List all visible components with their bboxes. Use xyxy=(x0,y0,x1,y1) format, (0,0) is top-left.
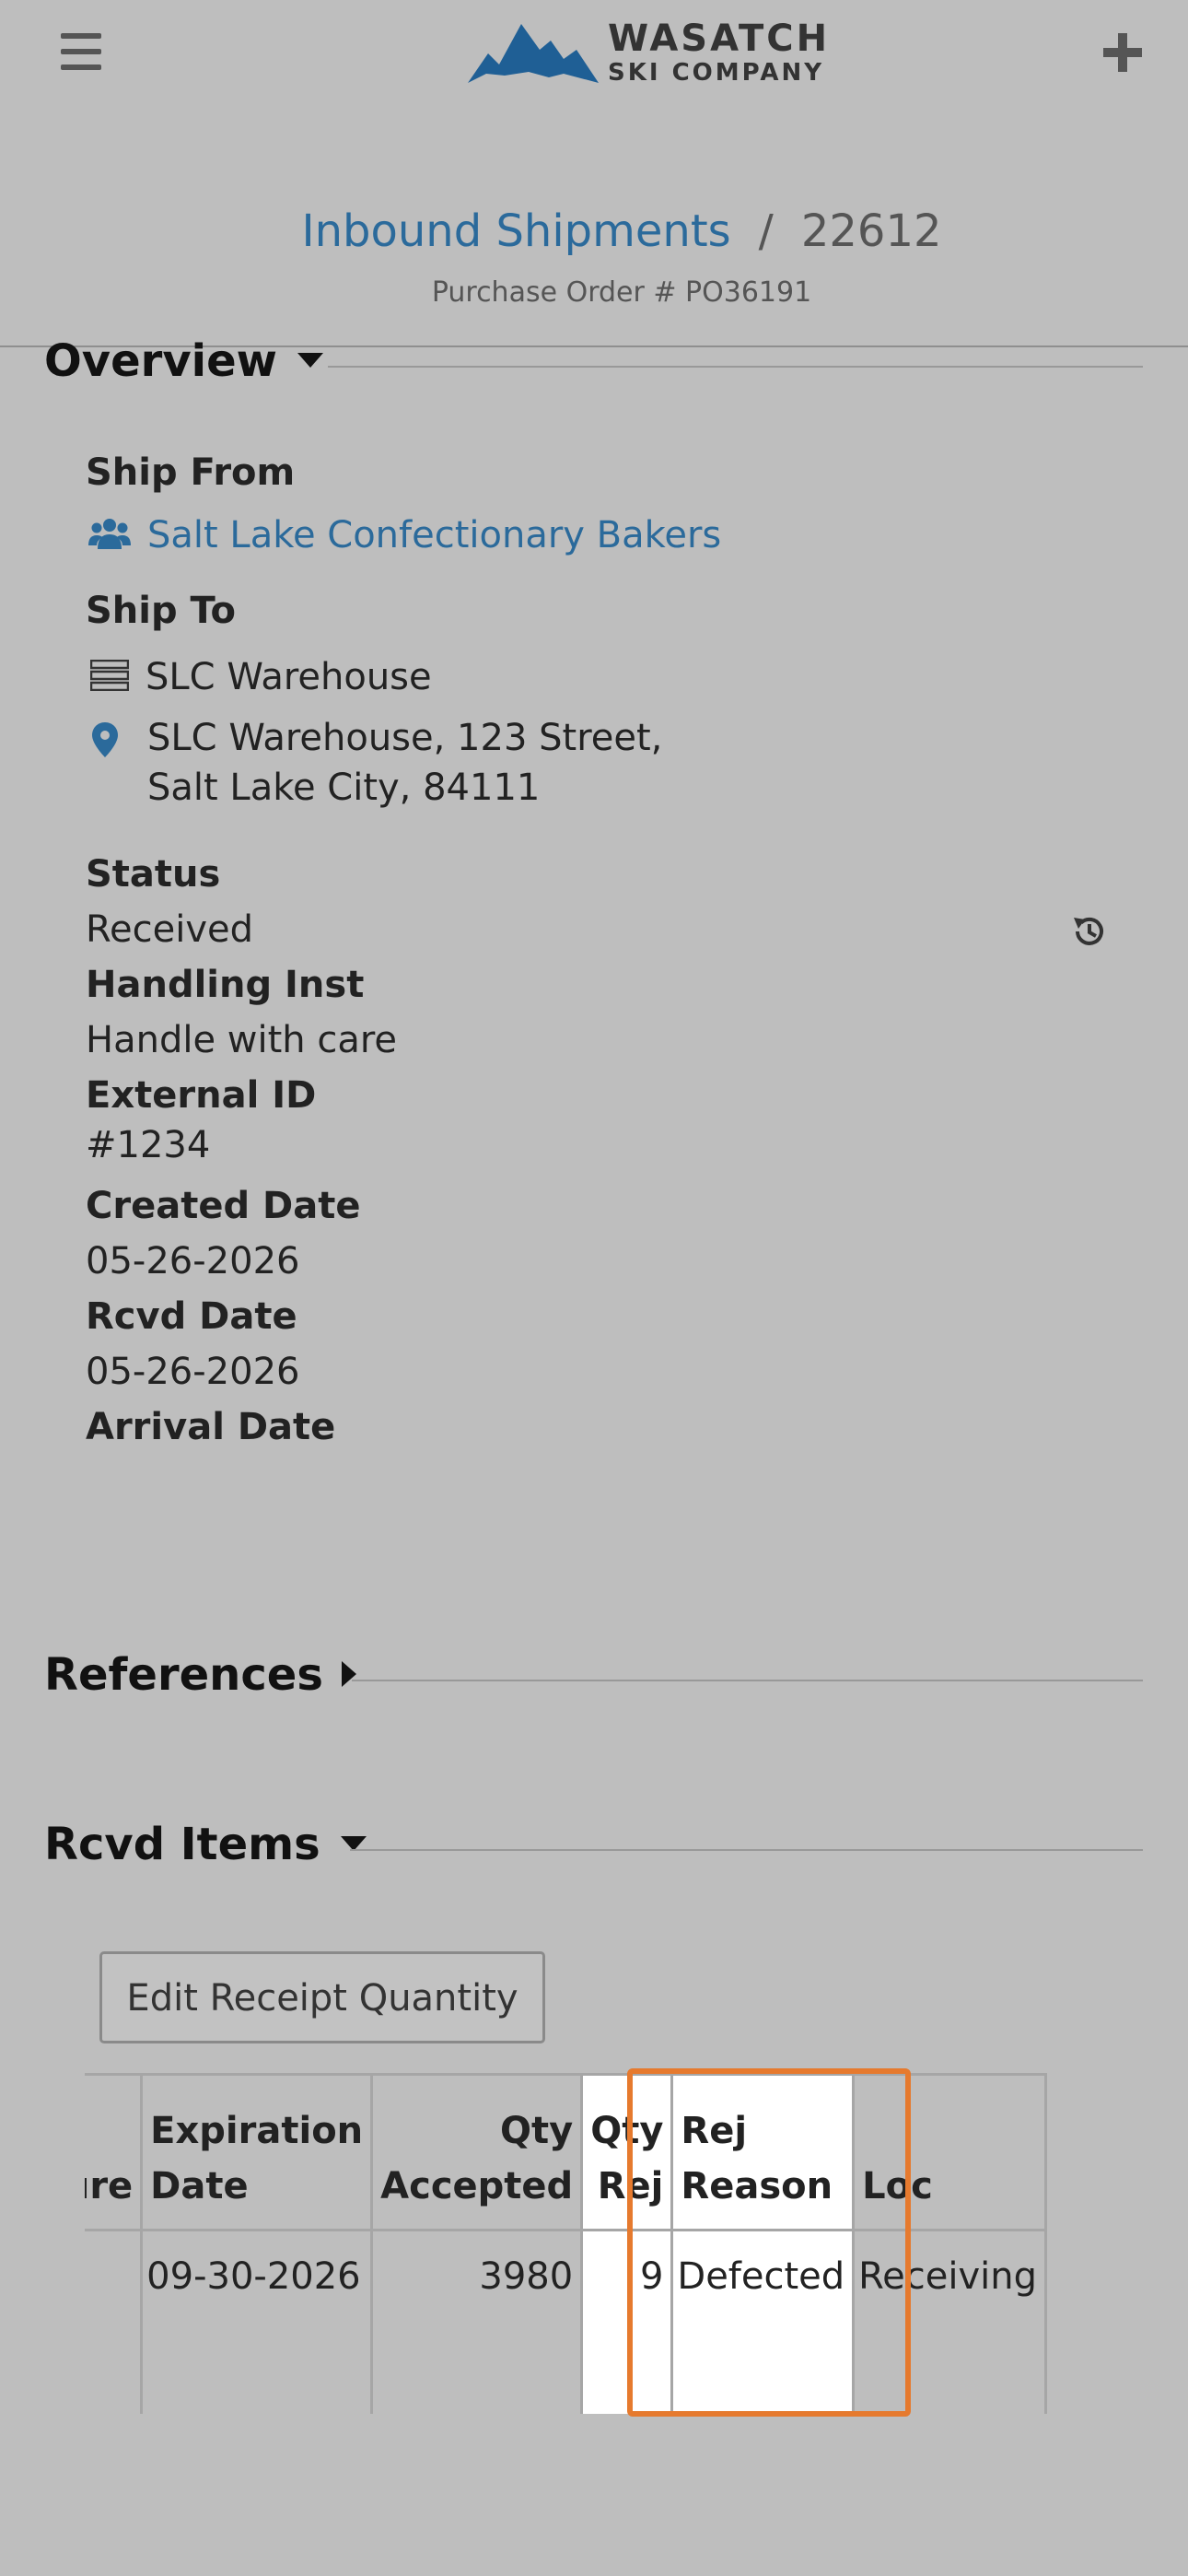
column-header-loc[interactable]: Loc xyxy=(852,2073,1048,2231)
status-label: Status xyxy=(86,853,221,896)
ship-from-label: Ship From xyxy=(86,451,296,494)
ship-to-address-line2: Salt Lake City, 84111 xyxy=(147,767,541,809)
column-header-rej-reason[interactable]: Rej Reason xyxy=(670,2073,856,2231)
rcvd-items-table: rature ExpirationDate QtyAccepted QtyRej… xyxy=(85,2073,1048,2414)
cell-rej-reason: Defected xyxy=(670,2229,856,2414)
breadcrumb: Inbound Shipments / 22612 xyxy=(0,201,1188,262)
table-row[interactable]: 09-30-2026 3980 9 Defected Receiving xyxy=(85,2229,1048,2414)
rcvd-items-divider xyxy=(350,1849,1143,1851)
status-value: Received xyxy=(86,908,253,951)
cell-qty-accepted: 3980 xyxy=(370,2229,584,2414)
ship-to-warehouse: SLC Warehouse xyxy=(146,656,432,698)
table-header-row: rature ExpirationDate QtyAccepted QtyRej… xyxy=(85,2073,1048,2231)
cell-expiration-date: 09-30-2026 xyxy=(140,2229,374,2414)
references-title: References xyxy=(44,1649,323,1701)
purchase-order-number: Purchase Order # PO36191 xyxy=(431,276,812,309)
logo-line-1: WASATCH xyxy=(608,18,831,60)
status-history-icon[interactable] xyxy=(1070,912,1109,954)
caret-down-icon xyxy=(297,353,323,368)
caret-right-icon xyxy=(341,1661,356,1687)
company-logo: WASATCH SKI COMPANY xyxy=(468,18,827,87)
overview-title: Overview xyxy=(44,335,277,387)
overview-divider xyxy=(328,366,1143,368)
external-id-value: #1234 xyxy=(86,1124,211,1166)
handling-inst-value: Handle with care xyxy=(86,1019,398,1061)
breadcrumb-inbound-shipments-link[interactable]: Inbound Shipments xyxy=(301,205,730,257)
column-header-expiration-date[interactable]: Expiration Date xyxy=(140,2073,374,2231)
users-icon xyxy=(88,518,131,555)
rcvd-items-section-toggle[interactable]: Rcvd Items xyxy=(44,1819,367,1870)
references-section-toggle[interactable]: References xyxy=(44,1649,356,1701)
column-header-qty-rej[interactable]: Qty Rej xyxy=(580,2073,674,2231)
logo-text: WASATCH SKI COMPANY xyxy=(608,20,830,85)
logo-line-2: SKI COMPANY xyxy=(608,59,825,87)
rcvd-date-label: Rcvd Date xyxy=(86,1295,297,1338)
edit-receipt-quantity-button[interactable]: Edit Receipt Quantity xyxy=(99,1951,545,2043)
created-date-value: 05-26-2026 xyxy=(86,1240,300,1282)
ship-to-address-line1: SLC Warehouse, 123 Street, xyxy=(147,717,663,759)
cell-temperature xyxy=(85,2229,144,2414)
breadcrumb-separator: / xyxy=(758,205,774,257)
rcvd-items-table-scroll[interactable]: rature ExpirationDate QtyAccepted QtyRej… xyxy=(85,2073,1102,2414)
external-id-label: External ID xyxy=(86,1074,317,1117)
cell-loc: Receiving xyxy=(852,2229,1048,2414)
column-header-temperature[interactable]: rature xyxy=(85,2073,144,2231)
add-plus-icon[interactable] xyxy=(1103,33,1142,72)
handling-inst-label: Handling Inst xyxy=(86,964,365,1006)
created-date-label: Created Date xyxy=(86,1185,361,1227)
breadcrumb-current: 22612 xyxy=(800,205,942,257)
rcvd-items-title: Rcvd Items xyxy=(44,1819,320,1870)
overview-section-toggle[interactable]: Overview xyxy=(44,335,323,387)
column-header-qty-accepted[interactable]: Qty Accepted xyxy=(370,2073,584,2231)
mountain-logo-icon xyxy=(468,24,599,83)
cell-qty-rej: 9 xyxy=(580,2229,674,2414)
references-divider xyxy=(352,1680,1143,1681)
arrival-date-label: Arrival Date xyxy=(86,1406,336,1448)
ship-from-link[interactable]: Salt Lake Confectionary Bakers xyxy=(147,514,721,556)
hamburger-menu-icon[interactable] xyxy=(61,33,101,70)
location-pin-icon xyxy=(92,722,118,761)
rcvd-date-value: 05-26-2026 xyxy=(86,1351,300,1393)
ship-to-label: Ship To xyxy=(86,590,237,632)
warehouse-server-icon xyxy=(89,659,130,695)
